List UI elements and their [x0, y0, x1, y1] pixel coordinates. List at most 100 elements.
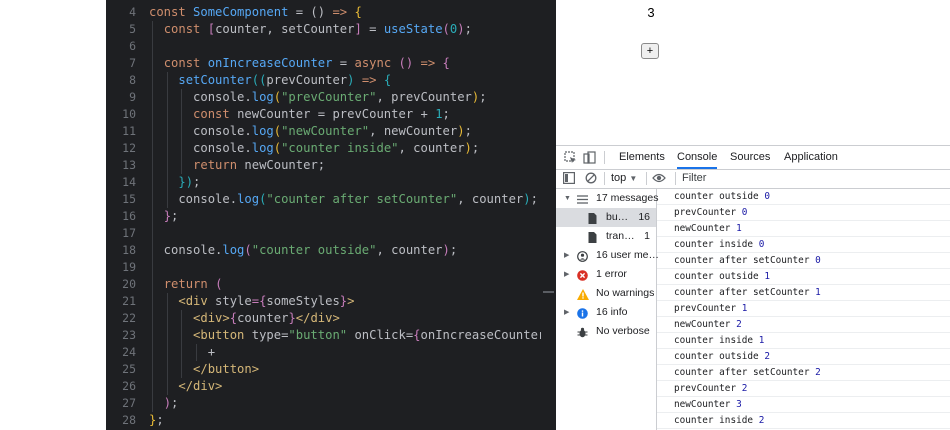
log-entry[interactable]: newCounter 2	[657, 317, 950, 333]
log-entry[interactable]: counter after setCounter 0	[657, 253, 950, 269]
log-entry[interactable]: counter after setCounter 1	[657, 285, 950, 301]
code-token: onClick=	[347, 328, 414, 342]
sidebar-item[interactable]: ▶ 1 error	[556, 265, 656, 284]
code-token: , counter	[457, 192, 524, 206]
warning-icon	[577, 288, 589, 300]
indent-guide	[181, 157, 183, 174]
indent-guide	[152, 208, 153, 225]
code-area[interactable]: const SomeComponent = () => { const [cou…	[149, 4, 556, 429]
code-token: "counter outside"	[251, 243, 377, 257]
code-token: log	[251, 90, 274, 104]
toolbar-divider	[604, 172, 605, 185]
clear-console-icon[interactable]	[585, 172, 597, 188]
log-entry[interactable]: prevCounter 2	[657, 381, 950, 397]
code-token: )	[163, 396, 172, 410]
chevron-right-icon[interactable]: ▶	[564, 303, 569, 322]
code-token: =	[332, 56, 355, 70]
increase-counter-button[interactable]: +	[641, 43, 659, 59]
indent-guide	[152, 106, 153, 123]
code-token: log	[222, 243, 245, 257]
log-entry[interactable]: counter inside 0	[657, 237, 950, 253]
sidebar-item[interactable]: ▶ 16 info	[556, 303, 656, 322]
sidebar-item-count: 16	[638, 211, 650, 223]
code-token: const	[163, 22, 208, 36]
console-toolbar: top ▼ Filter	[556, 169, 950, 189]
line-number: 25	[122, 362, 136, 376]
sidebar-item[interactable]: No verbose	[556, 322, 656, 341]
code-token: ;	[464, 22, 472, 36]
log-entry[interactable]: counter inside 2	[657, 413, 950, 429]
indent-guide	[152, 395, 153, 412]
code-token: ;	[471, 141, 480, 155]
tab-bar-divider	[604, 151, 605, 164]
inspect-element-icon[interactable]	[564, 151, 577, 167]
indent-guide	[152, 123, 153, 140]
line-number: 7	[129, 56, 136, 70]
code-token: ;	[156, 413, 164, 427]
log-value: 0	[741, 207, 748, 218]
indent-guide	[152, 242, 153, 259]
filter-input[interactable]: Filter	[682, 171, 706, 185]
log-value: 2	[736, 319, 742, 330]
error-icon	[577, 269, 588, 281]
chevron-right-icon[interactable]: ▶	[564, 246, 569, 265]
log-entry[interactable]: counter outside 0	[657, 189, 950, 205]
code-token: )	[523, 192, 531, 206]
log-entry[interactable]: counter outside 1	[657, 269, 950, 285]
log-entry[interactable]: newCounter 3	[657, 397, 950, 413]
log-entry[interactable]: counter after setCounter 2	[657, 365, 950, 381]
log-entry[interactable]: prevCounter 1	[657, 301, 950, 317]
sidebar-item-label: 1 error	[596, 268, 627, 280]
sidebar-item[interactable]: No warnings	[556, 284, 656, 303]
splitter-handle[interactable]	[543, 291, 554, 293]
tab-application[interactable]: Application	[784, 146, 838, 169]
log-message: newCounter	[674, 399, 731, 410]
code-token: {	[435, 56, 450, 70]
log-entry[interactable]: prevCounter 0	[657, 205, 950, 221]
code-token: (	[215, 277, 223, 291]
chevron-right-icon[interactable]: ▶	[564, 265, 569, 284]
log-entry[interactable]: newCounter 1	[657, 221, 950, 237]
indent-guide	[152, 38, 153, 55]
sidebar-item[interactable]: ▼ 17 messages	[556, 189, 658, 208]
tab-console[interactable]: Console	[677, 146, 718, 169]
log-message: counter after setCounter	[674, 287, 810, 298]
code-token: newCounter;	[244, 158, 326, 172]
code-token: console.	[149, 141, 252, 155]
line-number: 24	[122, 345, 136, 359]
code-editor[interactable]: 4 5 6 7 8 9 10 11 12 13 14 15 16 17 18 19 20 21 22 23 24 25 26…	[106, 0, 556, 430]
code-token: ]	[354, 22, 362, 36]
code-line: <div style={someStyles}>	[149, 293, 556, 310]
indent-guide	[152, 140, 153, 157]
tab-elements[interactable]: Elements	[619, 146, 665, 169]
code-token: )	[442, 243, 450, 257]
chevron-down-icon[interactable]: ▼	[564, 189, 571, 208]
code-token: (	[442, 22, 450, 36]
log-value: 1	[815, 287, 821, 298]
sidebar-item[interactable]: ▶ 16 user me…	[556, 246, 659, 265]
indent-guide	[152, 310, 153, 327]
panel-splitter[interactable]	[541, 0, 556, 430]
log-entry[interactable]: counter inside 1	[657, 333, 950, 349]
indent-guide	[152, 344, 153, 361]
sidebar-item-count: 1	[644, 230, 650, 242]
device-toolbar-icon[interactable]	[583, 151, 596, 167]
code-token: ;	[171, 209, 179, 223]
tab-sources[interactable]: Sources	[730, 146, 770, 169]
sidebar-item[interactable]: bu… 16	[556, 208, 656, 227]
indent-guide	[152, 225, 153, 242]
log-entry[interactable]: counter outside 2	[657, 349, 950, 365]
code-line: const [counter, setCounter] = useState(0…	[149, 21, 556, 38]
indent-guide	[166, 378, 168, 395]
sidebar-toggle-icon[interactable]	[563, 172, 576, 188]
line-number: 6	[129, 39, 136, 53]
sidebar-item[interactable]: tran… 1	[556, 227, 656, 246]
log-message: counter inside	[674, 415, 754, 426]
eye-icon[interactable]	[652, 172, 666, 188]
line-number: 14	[122, 175, 136, 189]
code-token: =>	[332, 5, 348, 19]
context-selector[interactable]: top ▼	[611, 171, 637, 186]
log-message: counter inside	[674, 239, 754, 250]
sidebar-item-label: bu…	[606, 211, 629, 223]
